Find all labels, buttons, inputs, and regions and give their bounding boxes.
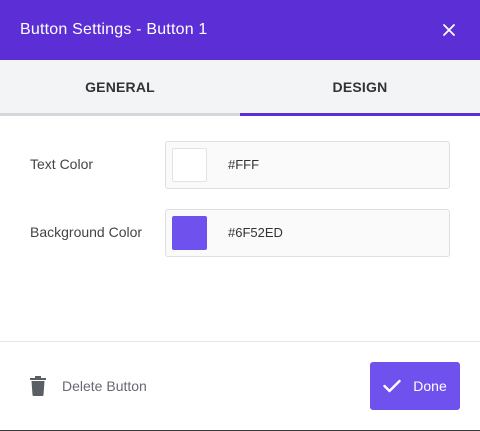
text-color-value: #FFF — [228, 157, 260, 172]
footer-divider — [0, 341, 480, 342]
tab-general[interactable]: GENERAL — [0, 60, 240, 116]
trash-icon — [30, 376, 46, 396]
close-icon — [443, 24, 455, 36]
background-color-value: #6F52ED — [228, 225, 283, 240]
background-color-label: Background Color — [30, 224, 143, 240]
button-settings-dialog: Button Settings - Button 1 GENERAL DESIG… — [0, 0, 480, 431]
background-color-swatch[interactable] — [172, 216, 207, 250]
check-icon — [383, 379, 401, 393]
text-color-label: Text Color — [30, 156, 94, 172]
text-color-row: Text Color #FFF — [0, 141, 480, 189]
done-button-label: Done — [413, 378, 447, 394]
dialog-title: Button Settings - Button 1 — [20, 21, 208, 38]
delete-button[interactable]: Delete Button — [30, 372, 147, 400]
tab-bar: GENERAL DESIGN — [0, 60, 480, 116]
text-color-input[interactable]: #FFF — [165, 141, 450, 189]
close-button[interactable] — [440, 21, 458, 39]
background-color-row: Background Color #6F52ED — [0, 209, 480, 257]
done-button[interactable]: Done — [370, 362, 460, 410]
delete-button-label: Delete Button — [62, 378, 147, 394]
tab-design[interactable]: DESIGN — [240, 60, 480, 116]
text-color-swatch[interactable] — [172, 148, 207, 182]
background-color-input[interactable]: #6F52ED — [165, 209, 450, 257]
dialog-header: Button Settings - Button 1 — [0, 0, 480, 60]
